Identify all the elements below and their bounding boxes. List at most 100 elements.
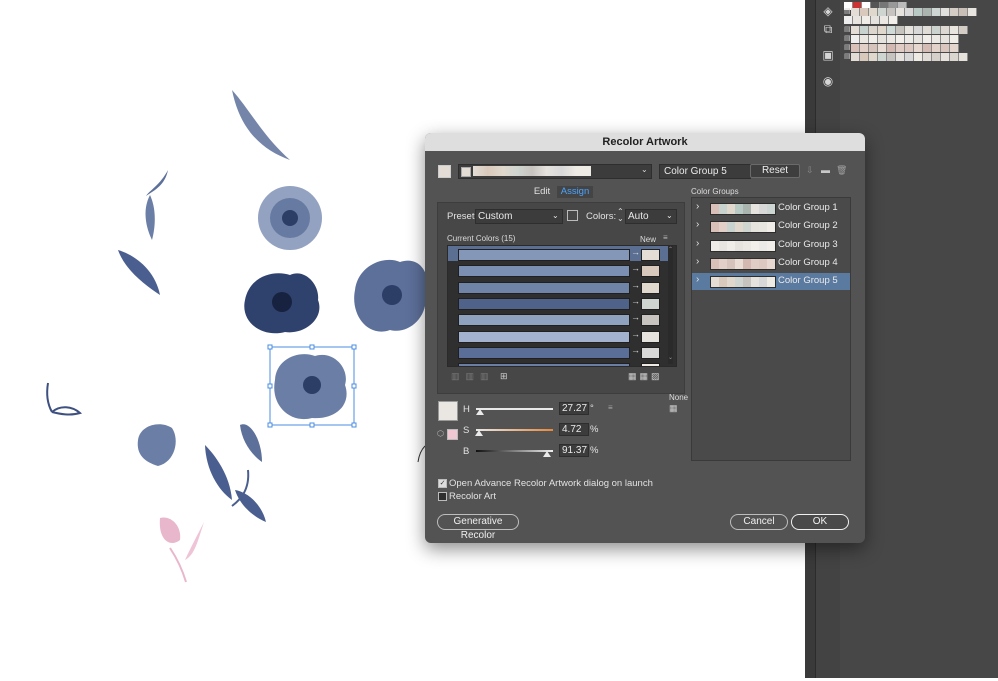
reset-button[interactable]: Reset [750,164,800,178]
arrow-right-icon[interactable]: → [631,329,640,339]
chevron-down-icon: ⌄ [666,211,673,220]
color-group-label: Color Group 2 [778,220,838,232]
trash-icon[interactable]: 🗑 [836,165,847,176]
new-color-swatch[interactable] [641,330,660,343]
current-color-bar[interactable] [458,281,630,294]
tab-assign[interactable]: Assign [557,186,593,198]
color-group-row[interactable]: › Color Group 1 [692,200,850,217]
new-color-swatch[interactable] [641,281,660,294]
selected-color-preview[interactable] [438,401,458,421]
save-group-icon[interactable]: ⇩ [806,165,814,176]
current-color-bar[interactable] [458,265,630,278]
chevron-right-icon[interactable]: › [696,219,699,230]
artboards-icon[interactable]: ⧉ [821,22,835,36]
folder-icon[interactable]: ▬ [821,165,830,175]
color-group-row[interactable]: › Color Group 4 [692,255,850,272]
current-color-bar[interactable] [458,297,630,310]
color-row[interactable]: → [448,295,668,310]
arrow-right-icon[interactable]: → [631,263,640,273]
chevron-right-icon[interactable]: › [696,274,699,285]
layers-icon[interactable]: ◈ [821,4,835,18]
color-row[interactable]: → [448,246,668,261]
color-row[interactable]: → [448,262,668,278]
swatch-row[interactable]: ▤ [844,26,968,34]
current-color-bar[interactable] [458,363,630,366]
color-group-row[interactable]: › Color Group 5 [692,273,850,291]
new-color-swatch[interactable] [641,249,660,261]
arrow-right-icon[interactable]: → [631,361,640,366]
brightness-slider-knob[interactable] [543,451,551,457]
folder-icon: ▤ [844,26,851,33]
new-color-swatch[interactable] [641,314,660,327]
arrow-right-icon[interactable]: → [631,280,640,290]
swatch-row[interactable]: ▤ [844,44,959,52]
color-group-row[interactable]: › Color Group 2 [692,218,850,235]
s-value-field[interactable]: 4.72 [559,423,589,436]
brightness-slider[interactable] [476,450,553,452]
colors-value: Auto [628,211,649,222]
preset-select[interactable]: Custom ⌄ [475,209,563,224]
folder-icon: ▤ [844,35,851,42]
ok-button[interactable]: OK [791,514,849,530]
chevron-down-icon[interactable]: ⌄ [641,165,648,174]
arrow-right-icon[interactable]: → [631,296,640,306]
group-name-field[interactable]: Color Group 5 [659,164,751,179]
b-unit: % [590,445,599,456]
new-color-swatch[interactable] [641,297,660,310]
current-color-bar[interactable] [458,346,630,359]
current-color-bar[interactable] [458,314,630,327]
menu-icon[interactable]: ≡ [608,403,613,412]
color-group-strip[interactable]: ⌄ [458,164,652,179]
folder-icon: ▤ [844,44,851,51]
current-color-bar[interactable] [458,249,630,261]
hue-slider-knob[interactable] [476,409,484,415]
recolor-icon[interactable]: ◉ [821,74,835,88]
color-group-strip [710,257,776,270]
swatch-icon[interactable] [438,165,451,178]
chevron-right-icon[interactable]: › [696,238,699,249]
arrow-right-icon[interactable]: → [631,247,640,257]
randomize-icon[interactable]: ▦▦▨ [628,371,663,382]
chevron-right-icon[interactable]: › [696,256,699,267]
new-color-swatch[interactable] [641,346,660,359]
stepper-icon[interactable]: ⌃ ⌄ [617,208,624,223]
cancel-button[interactable]: Cancel [730,514,788,530]
new-row-icon[interactable]: ⊞ [500,371,508,382]
b-value-field[interactable]: 91.37 [559,444,589,457]
swatch-row[interactable]: ▤ [844,53,968,61]
new-label: New [640,235,657,244]
generative-recolor-button[interactable]: Generative Recolor [437,514,519,541]
merge-colors-icon[interactable]: ▥▥▥ [451,371,495,382]
recolor-art-checkbox[interactable] [438,492,447,501]
swatch-row[interactable]: ▤ [844,8,977,16]
swatch-row[interactable]: ▤ [844,35,959,43]
color-row[interactable]: → [448,360,668,366]
color-group-row[interactable]: › Color Group 3 [692,237,850,254]
open-advanced-checkbox[interactable]: ✓ [438,479,447,488]
saturation-slider-knob[interactable] [475,430,483,436]
color-row[interactable]: → [448,328,668,343]
h-value-field[interactable]: 27.27 [559,402,589,415]
color-mode-icon[interactable]: ▦ [669,403,678,414]
swatch-row[interactable] [844,16,898,24]
color-library-icon[interactable] [567,210,578,221]
arrow-right-icon[interactable]: → [631,312,640,322]
hue-slider[interactable] [476,408,553,410]
color-row[interactable]: → [448,279,668,294]
menu-icon[interactable]: ≡ [663,233,668,242]
color-row[interactable]: → [448,344,668,359]
scrollbar[interactable]: ⌃ ⌄ [668,246,673,364]
color-row[interactable]: → [448,311,668,327]
tab-edit[interactable]: Edit [530,186,554,198]
colors-select[interactable]: Auto ⌄ [625,209,677,224]
cube-icon: ⬡ [437,429,444,438]
new-color-swatch[interactable] [641,363,660,366]
new-color-swatch[interactable] [641,265,660,278]
saturation-slider[interactable] [476,429,553,431]
s-unit: % [590,424,599,435]
arrow-right-icon[interactable]: → [631,345,640,355]
chevron-right-icon[interactable]: › [696,201,699,212]
current-color-bar[interactable] [458,330,630,343]
out-of-gamut-swatch[interactable] [447,429,458,440]
pathfinder-icon[interactable]: ▣ [821,48,835,62]
